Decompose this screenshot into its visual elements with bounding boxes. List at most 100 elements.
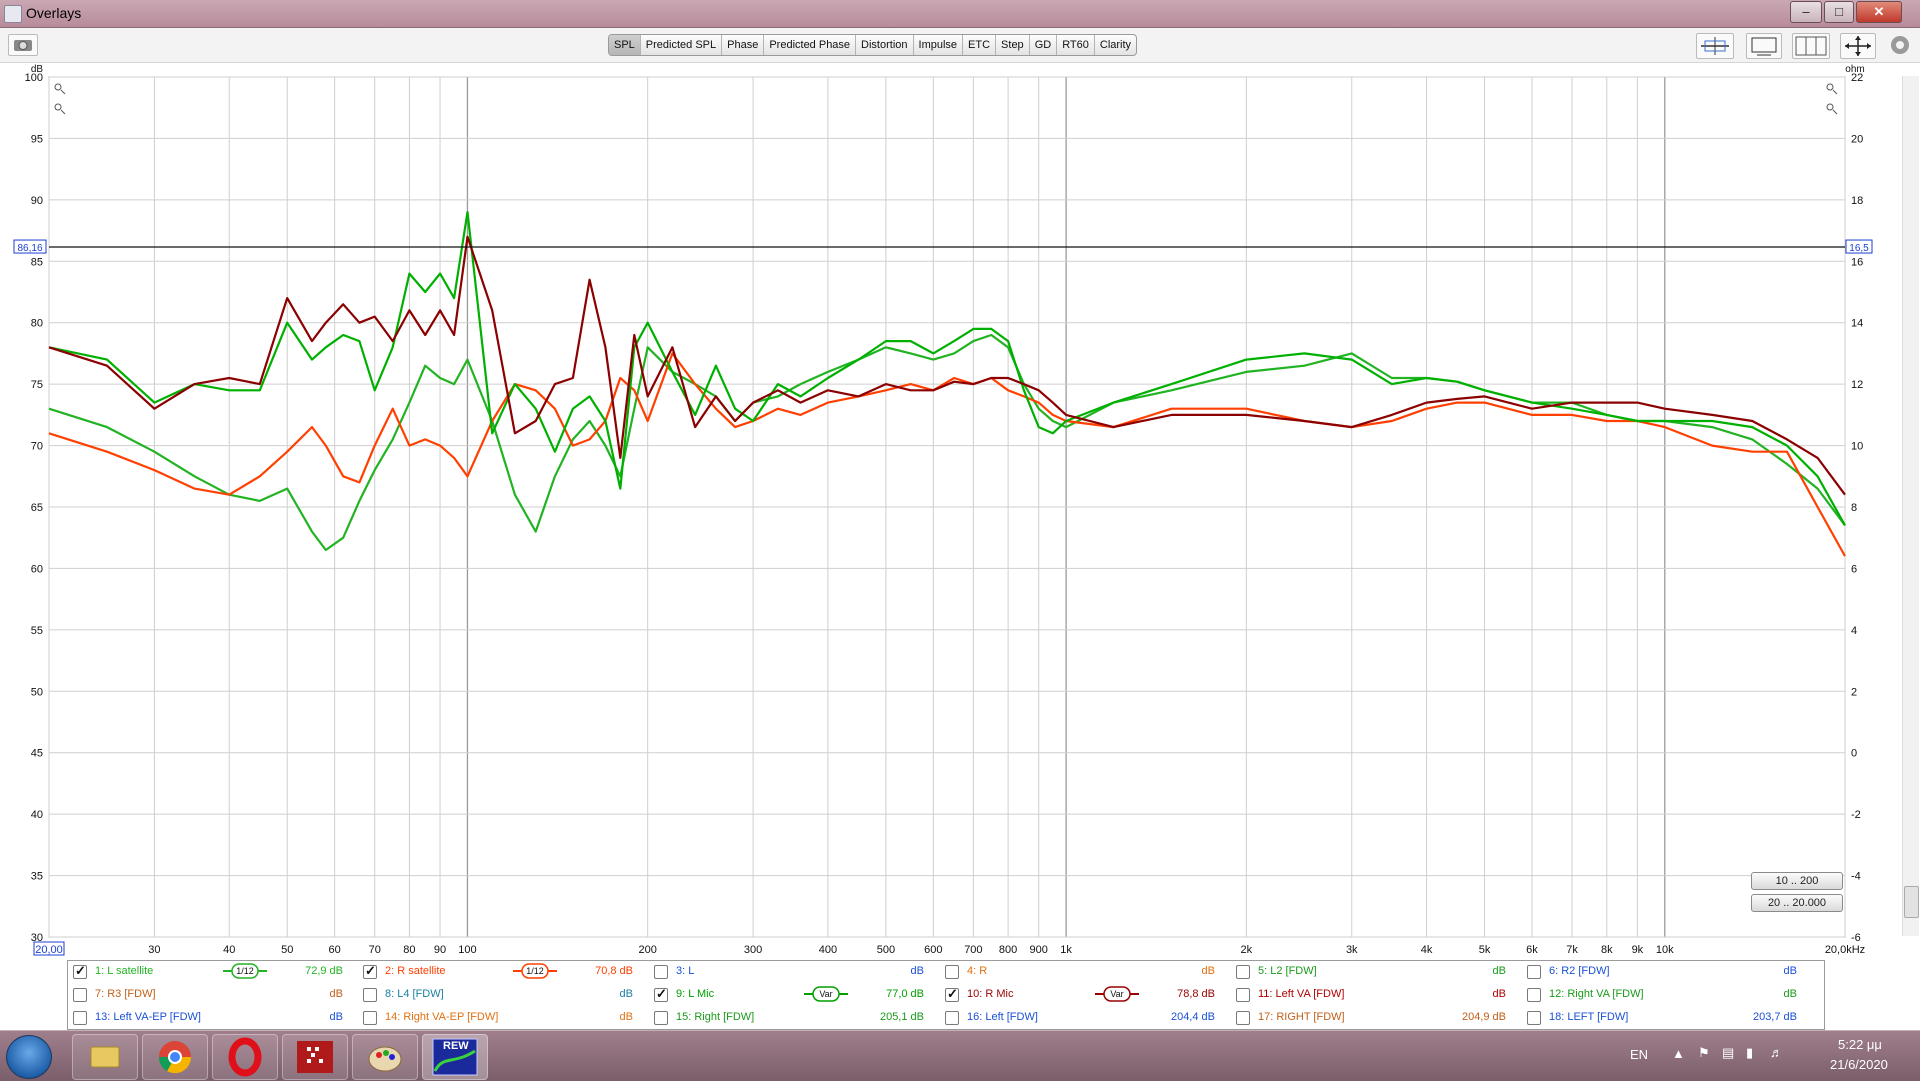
tab-distortion[interactable]: Distortion: [856, 35, 914, 55]
y-tick-label: 55: [31, 625, 43, 637]
smoothing-label: 1/12: [236, 966, 254, 976]
fit-window-icon[interactable]: [1746, 33, 1782, 59]
smoothing-badge[interactable]: Var: [1095, 986, 1139, 1002]
y2-tick-label: 0: [1851, 748, 1857, 760]
trace-checkbox[interactable]: [73, 1011, 87, 1025]
vertical-scrollbar[interactable]: [1902, 76, 1919, 936]
close-button[interactable]: ✕: [1856, 1, 1902, 23]
tab-impulse[interactable]: Impulse: [914, 35, 964, 55]
trace-checkbox[interactable]: [654, 965, 668, 979]
y2-tick-label: 2: [1851, 686, 1857, 698]
trace-checkbox[interactable]: [73, 963, 87, 979]
zoom-preset-button-1[interactable]: 10 .. 200: [1751, 872, 1843, 890]
trace-checkbox[interactable]: [654, 1011, 668, 1025]
volume-icon[interactable]: ♬: [1770, 1045, 1783, 1060]
x-tick-label: 9k: [1632, 944, 1644, 956]
legend-item: 12: Right VA [FDW] dB: [1527, 985, 1812, 1005]
legend-item: 13: Left VA-EP [FDW] dB: [73, 1008, 358, 1028]
trace-name: 4: R: [967, 965, 988, 977]
chrome-icon[interactable]: [142, 1034, 208, 1080]
paint-icon[interactable]: [352, 1034, 418, 1080]
gear-icon[interactable]: [1888, 33, 1912, 57]
legend-item: 10: R Mic Var 78,8 dB: [945, 985, 1230, 1005]
trace-name: 7: R3 [FDW]: [95, 988, 156, 1000]
x-tick-label: 800: [999, 944, 1017, 956]
trace-checkbox[interactable]: [1236, 988, 1250, 1002]
trace-checkbox[interactable]: [1527, 1011, 1541, 1025]
x-tick-label: 400: [819, 944, 837, 956]
tab-step[interactable]: Step: [996, 35, 1030, 55]
tab-predicted-phase[interactable]: Predicted Phase: [764, 35, 857, 55]
x-tick-label: 20,00: [35, 944, 63, 956]
x-tick-label: 40: [223, 944, 235, 956]
smoothing-badge[interactable]: 1/12: [513, 963, 557, 979]
explorer-icon[interactable]: [72, 1034, 138, 1080]
trace-checkbox[interactable]: [363, 1011, 377, 1025]
trace-name: 1: L satellite: [95, 965, 154, 977]
clock-time[interactable]: 5:22 μμ: [1838, 1037, 1882, 1052]
trace-checkbox[interactable]: [363, 963, 377, 979]
legend-item: 1: L satellite 1/12 72,9 dB: [73, 962, 358, 982]
tab-predicted-spl[interactable]: Predicted SPL: [641, 35, 723, 55]
scrollbar-thumb[interactable]: [1904, 886, 1919, 918]
legend-item: 4: R dB: [945, 962, 1230, 982]
maximize-button[interactable]: □: [1824, 1, 1854, 23]
signal-icon[interactable]: ▮: [1746, 1045, 1753, 1061]
trace-checkbox[interactable]: [1527, 988, 1541, 1002]
tab-rt60[interactable]: RT60: [1057, 35, 1095, 55]
trace-name: 12: Right VA [FDW]: [1549, 988, 1644, 1000]
trace-checkbox[interactable]: [945, 965, 959, 979]
smoothing-badge[interactable]: Var: [804, 986, 848, 1002]
trace-checkbox[interactable]: [1236, 965, 1250, 979]
trace-checkbox[interactable]: [1236, 1011, 1250, 1025]
minimize-button[interactable]: –: [1790, 1, 1822, 23]
zoom-limits-icon[interactable]: [1696, 33, 1734, 59]
x-tick-label: 600: [924, 944, 942, 956]
clock-date[interactable]: 21/6/2020: [1830, 1057, 1888, 1072]
trace-name: 13: Left VA-EP [FDW]: [95, 1011, 201, 1023]
camera-icon[interactable]: [8, 34, 38, 56]
grid-view-icon[interactable]: [1792, 33, 1830, 59]
tab-spl[interactable]: SPL: [609, 35, 641, 55]
flag-icon[interactable]: ⚑: [1698, 1045, 1710, 1061]
trace-name: 10: R Mic: [967, 988, 1014, 1000]
trace-value: dB: [1492, 965, 1506, 977]
y2-tick-label: 8: [1851, 502, 1857, 514]
y-tick-label: 95: [31, 133, 43, 145]
legend-item: 7: R3 [FDW] dB: [73, 985, 358, 1005]
trace-checkbox[interactable]: [1527, 965, 1541, 979]
rew-icon[interactable]: REW: [422, 1034, 488, 1080]
trace-value: 77,0 dB: [886, 988, 924, 1000]
trace-checkbox[interactable]: [945, 986, 959, 1002]
pan-arrows-icon[interactable]: [1840, 33, 1876, 59]
network-icon[interactable]: ▤: [1722, 1045, 1734, 1061]
legend-item: 15: Right [FDW] 205,1 dB: [654, 1008, 939, 1028]
tab-phase[interactable]: Phase: [722, 35, 765, 55]
x-tick-label: 20,0kHz: [1825, 944, 1865, 956]
trace-checkbox[interactable]: [945, 1011, 959, 1025]
start-button[interactable]: [6, 1035, 52, 1079]
y-tick-label: 40: [31, 809, 43, 821]
x-tick-label: 8k: [1601, 944, 1613, 956]
trace-checkbox[interactable]: [363, 988, 377, 1002]
smoothing-badge[interactable]: 1/12: [223, 963, 267, 979]
x-tick-label: 90: [434, 944, 446, 956]
trace-name: 5: L2 [FDW]: [1258, 965, 1317, 977]
trace-checkbox[interactable]: [654, 986, 668, 1002]
show-hidden-icons-icon[interactable]: ▲: [1672, 1046, 1685, 1061]
opera-icon[interactable]: [212, 1034, 278, 1080]
y2-tick-label: 14: [1851, 318, 1863, 330]
tab-gd[interactable]: GD: [1030, 35, 1058, 55]
trace-value: 204,4 dB: [1170, 1011, 1215, 1023]
x-tick-label: 3k: [1346, 944, 1358, 956]
legend-item: 8: L4 [FDW] dB: [363, 985, 648, 1005]
trace-value: 205,1 dB: [879, 1011, 924, 1023]
y2-tick-label: 12: [1851, 379, 1863, 391]
trace-checkbox[interactable]: [73, 988, 87, 1002]
tab-clarity[interactable]: Clarity: [1095, 35, 1136, 55]
tab-etc[interactable]: ETC: [963, 35, 997, 55]
language-indicator[interactable]: EN: [1630, 1047, 1648, 1062]
red-app-icon[interactable]: [282, 1034, 348, 1080]
chart-svg[interactable]: 20,00 30 40 50 60 70 80 90 100 200 300 400 500 600 700…: [0, 62, 1920, 962]
zoom-preset-button-2[interactable]: 20 .. 20.000: [1751, 894, 1843, 912]
